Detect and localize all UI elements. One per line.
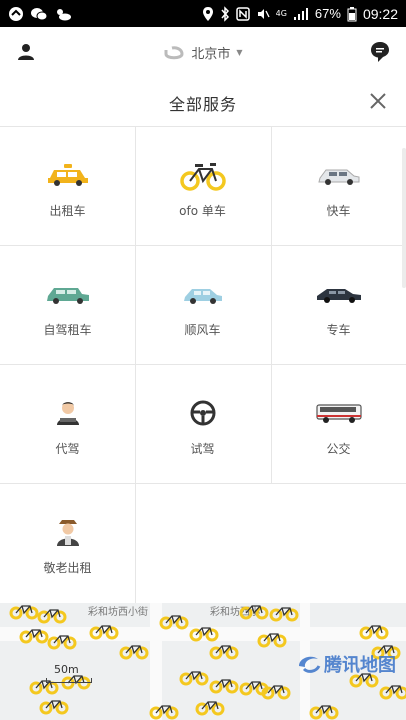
taxi-icon (47, 164, 88, 186)
panel-header: 全部服务 (0, 78, 406, 125)
service-elder-taxi[interactable]: 敬老出租 (0, 483, 135, 602)
top-nav: 北京市 ▼ (0, 27, 406, 77)
service-hitch[interactable]: 顺风车 (135, 245, 270, 364)
network-type: 4G (275, 9, 287, 18)
weather-icon (57, 8, 71, 20)
watermark-text: 腾讯地图 (324, 655, 396, 676)
service-label: 快车 (326, 204, 351, 218)
designated-driver-icon (56, 402, 79, 425)
map-scale-bar (46, 678, 92, 683)
service-label: 试驾 (190, 442, 215, 456)
wechat-icon (31, 7, 48, 20)
scrollbar[interactable] (402, 148, 406, 288)
service-bus[interactable]: 公交 (271, 364, 406, 483)
status-bar: 4G 67% 09:22 (0, 0, 406, 27)
services-grid: 出租车 ofo 单车 快车 自驾租车 顺风车 专车 代驾 试驾 公交 敬老出租 (0, 126, 406, 603)
location-icon (202, 6, 213, 21)
service-label: 专车 (326, 323, 351, 337)
service-label: 公交 (326, 442, 351, 456)
tencent-map-logo-icon (299, 656, 321, 673)
service-car-rental[interactable]: 自驾租车 (0, 245, 135, 364)
service-label: 敬老出租 (43, 561, 92, 575)
page-title: 全部服务 (168, 95, 237, 114)
service-premier[interactable]: 专车 (271, 245, 406, 364)
car-rental-icon (46, 288, 89, 304)
service-label: 代驾 (55, 442, 80, 456)
service-bike[interactable]: ofo 单车 (135, 126, 270, 245)
bus-icon (315, 404, 362, 423)
hitch-car-icon (183, 289, 222, 304)
bluetooth-icon (221, 5, 229, 22)
service-designated-driver[interactable]: 代驾 (0, 364, 135, 483)
service-label: 顺风车 (184, 323, 221, 337)
battery-percent: 67% (314, 6, 341, 21)
mute-icon (257, 8, 270, 19)
battery-icon (347, 6, 357, 21)
steering-wheel-icon (190, 400, 215, 426)
signal-icon (293, 7, 308, 20)
notification-app-icon (9, 6, 23, 21)
didi-logo-icon (164, 46, 184, 60)
city-name: 北京市 (191, 46, 231, 62)
service-label: 出租车 (49, 204, 86, 218)
city-selector[interactable]: 北京市 ▼ (163, 42, 243, 62)
message-icon[interactable] (370, 41, 390, 63)
chevron-down-icon: ▼ (236, 47, 243, 57)
map-view[interactable]: 彩和坊西小街 彩和坊西小 50m 腾讯地图 (0, 603, 406, 720)
user-profile-icon[interactable] (16, 42, 36, 62)
clock: 09:22 (362, 5, 398, 22)
bicycle-icon (179, 163, 226, 191)
elder-taxi-icon (56, 520, 79, 546)
screen: 4G 67% 09:22 北京市 ▼ 全部服务 出租车 ofo 单车 快车 自驾… (0, 0, 406, 720)
service-label: 自驾租车 (43, 323, 92, 337)
service-taxi[interactable]: 出租车 (0, 126, 135, 245)
map-watermark: 腾讯地图 (296, 651, 396, 677)
close-icon[interactable] (366, 89, 390, 113)
express-car-icon (317, 169, 359, 185)
nfc-icon (235, 6, 250, 21)
map-scale-label: 50m (54, 663, 79, 676)
service-test-drive[interactable]: 试驾 (135, 364, 270, 483)
service-label: ofo 单车 (179, 204, 226, 218)
service-express[interactable]: 快车 (271, 126, 406, 245)
premier-car-icon (316, 289, 361, 303)
